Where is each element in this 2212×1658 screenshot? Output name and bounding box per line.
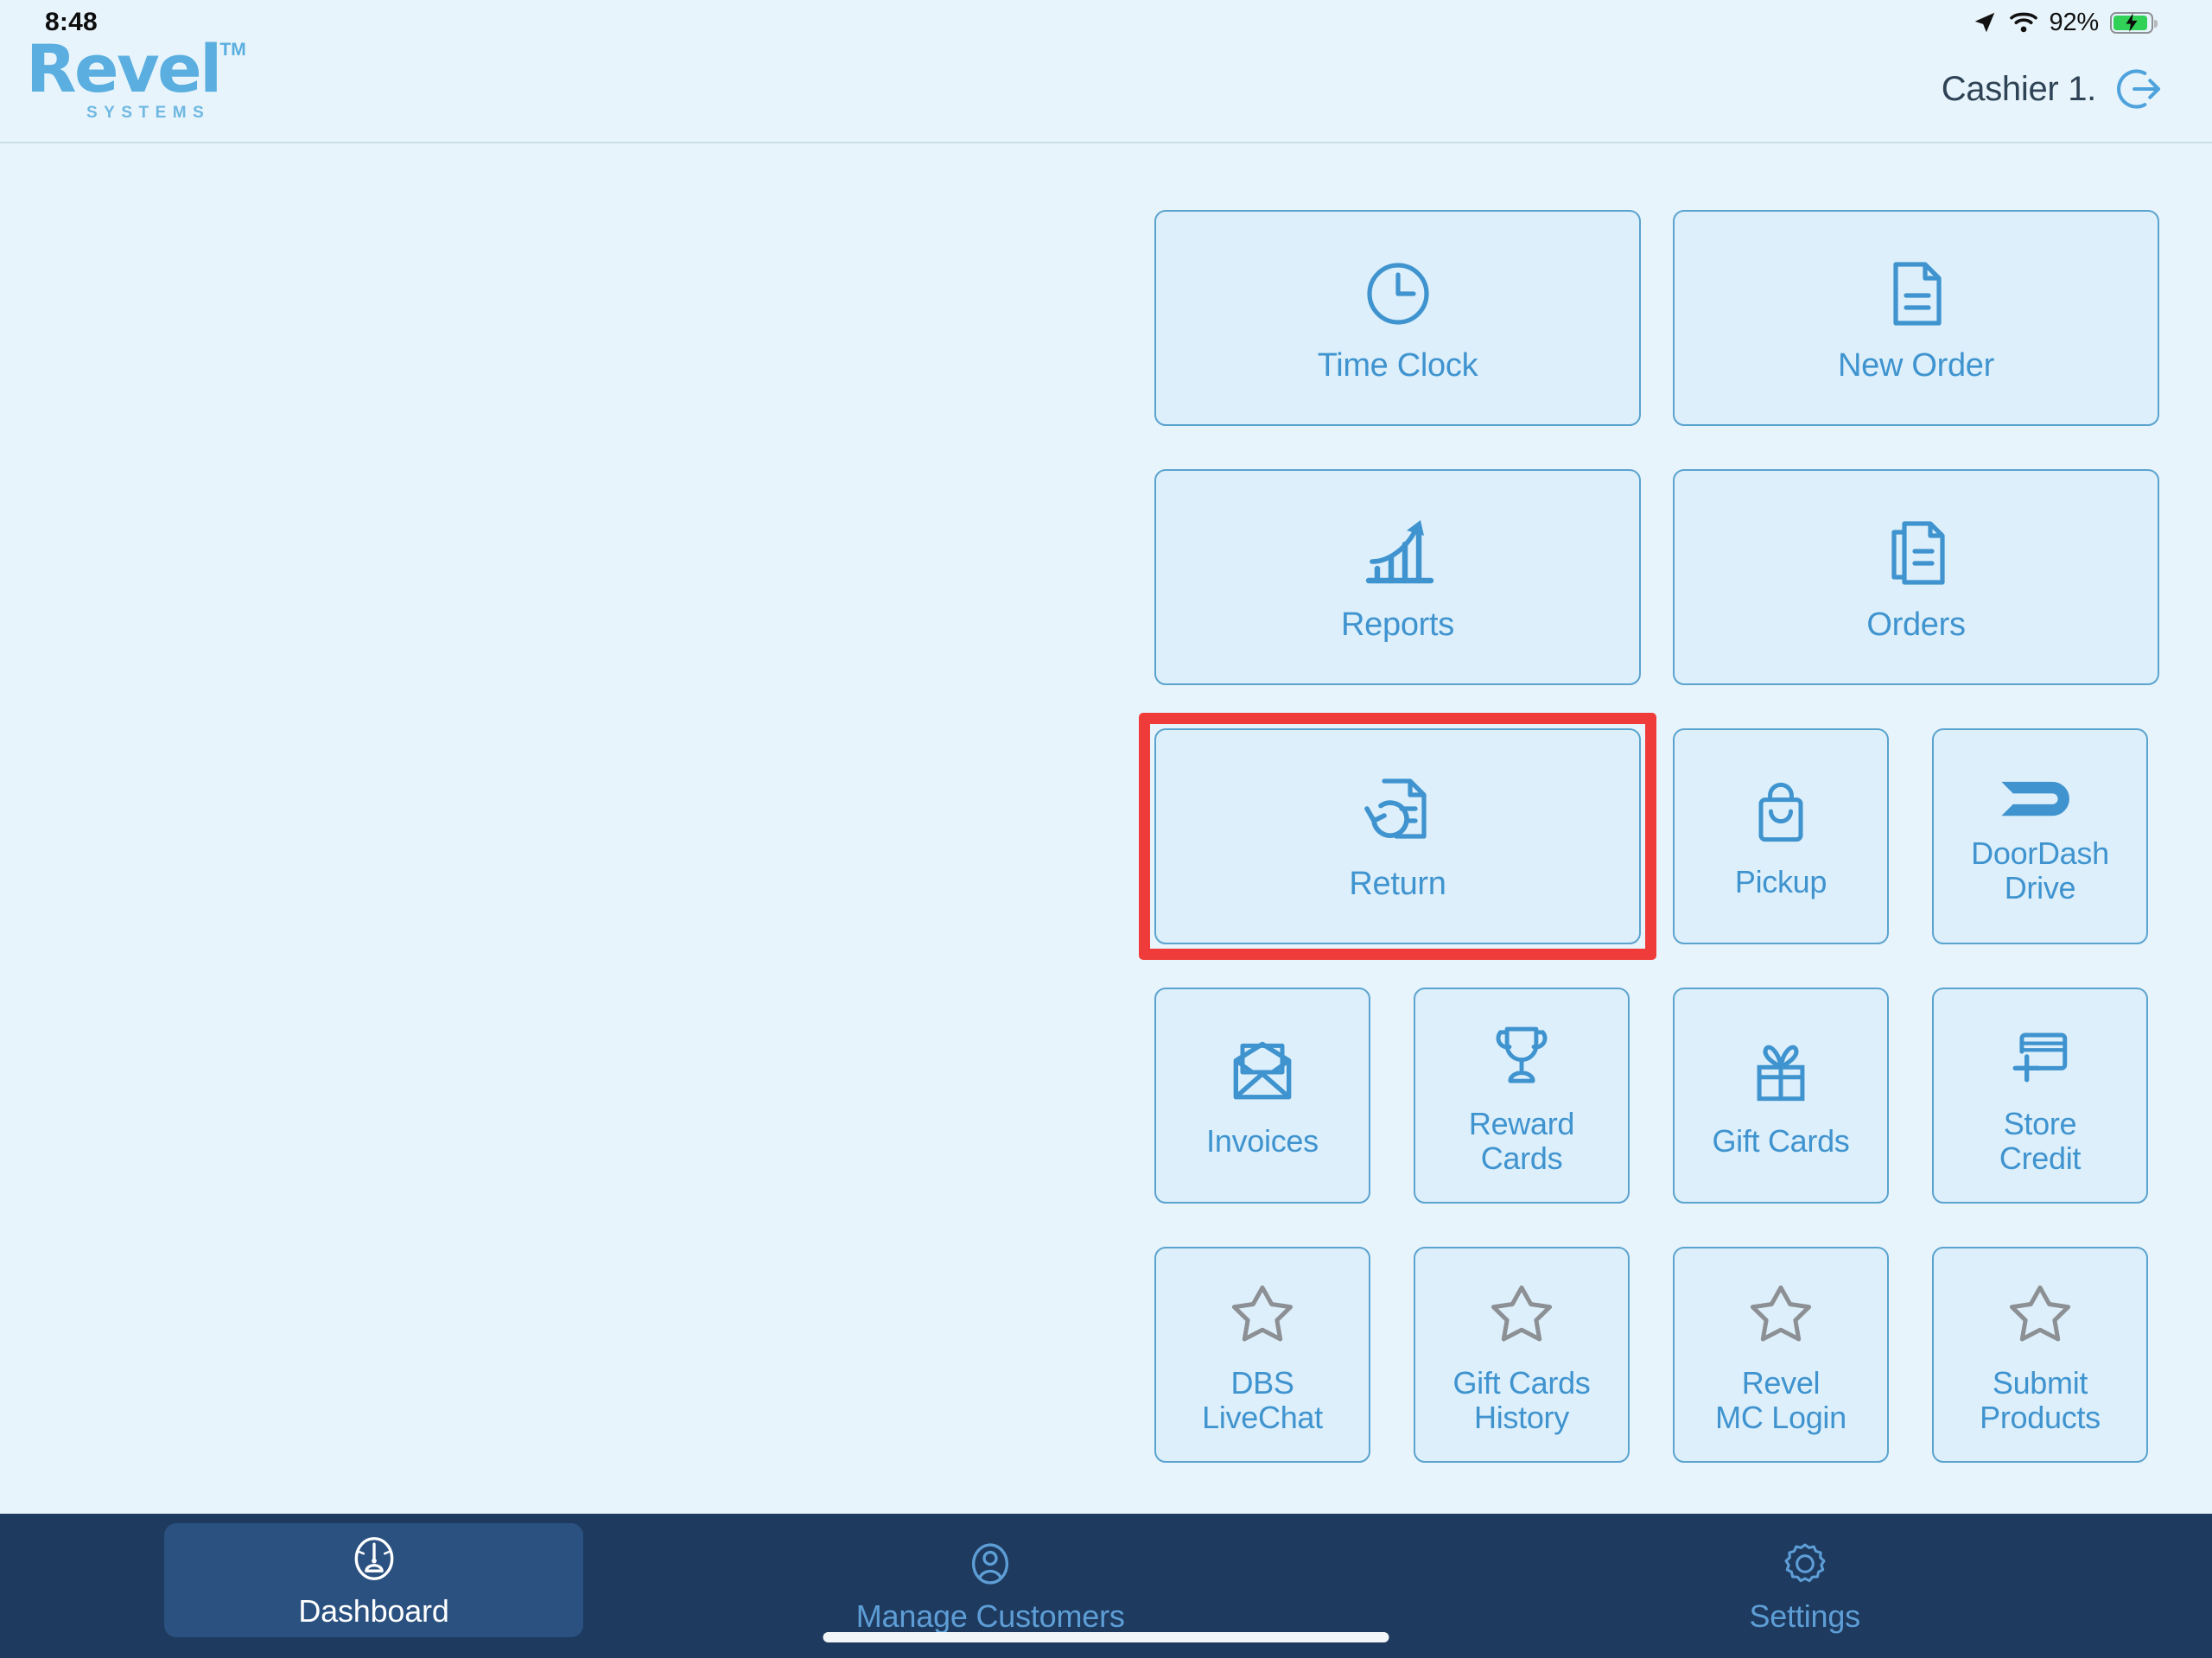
nav-label-manage-customers: Manage Customers [855,1598,1125,1634]
cashier-logout-control[interactable]: Cashier 1. [1942,64,2164,126]
tile-label-orders: Orders [1866,606,1966,643]
tile-return[interactable]: Return [1154,728,1641,944]
logout-icon[interactable] [2113,64,2164,114]
tile-submit-products[interactable]: Submit Products [1932,1247,2148,1463]
pos-dashboard-screen: 8:48 92% Revel TM SYSTEMS Cashier 1. Tim… [0,0,2212,1658]
tile-label-gift-cards-history: Gift Cards History [1452,1364,1591,1435]
doordash-icon [1997,767,2083,824]
tile-label-gift-cards: Gift Cards [1712,1122,1850,1159]
nav-item-dashboard[interactable]: Dashboard [164,1523,583,1637]
bottom-navigation-bar: Dashboard Manage Customers Settings [0,1514,2212,1658]
tile-reward-cards[interactable]: Reward Cards [1414,988,1630,1204]
star-icon [1482,1274,1561,1354]
ios-status-bar: 8:48 92% [0,0,2212,45]
tile-label-pickup: Pickup [1734,863,1827,899]
star-icon [2000,1274,2080,1354]
tile-label-doordash-drive: DoorDash Drive [1971,835,2109,905]
tile-pickup[interactable]: Pickup [1673,728,1889,944]
tile-reports[interactable]: Reports [1154,469,1641,685]
tile-gift-cards[interactable]: Gift Cards [1673,988,1889,1204]
location-arrow-icon [1974,12,1994,33]
gauge-icon [354,1536,393,1580]
battery-charging-icon [2110,11,2158,34]
clock-icon [1357,252,1440,335]
tile-label-reports: Reports [1341,606,1454,643]
person-icon [972,1543,1009,1585]
tile-orders[interactable]: Orders [1673,469,2159,685]
tile-label-store-credit: Store Credit [1999,1105,2082,1176]
tile-label-dbs-livechat: DBS LiveChat [1202,1364,1323,1435]
tile-dbs-livechat[interactable]: DBS LiveChat [1154,1247,1370,1463]
document-undo-icon [1355,771,1441,854]
star-icon [1223,1274,1302,1354]
dashboard-tile-grid: Time Clock New Order Reports Orders Retu… [0,143,2212,1514]
tile-label-time-clock: Time Clock [1317,346,1478,384]
tile-time-clock[interactable]: Time Clock [1154,210,1641,426]
logo-wordmark: Revel [26,30,222,107]
shopping-bag-icon [1741,773,1821,853]
revel-logo: Revel TM SYSTEMS [26,30,246,126]
home-indicator [823,1632,1389,1642]
tile-invoices[interactable]: Invoices [1154,988,1370,1204]
star-icon [1741,1274,1821,1354]
card-plus-icon [1999,1015,2082,1095]
wifi-icon [2009,12,2037,33]
tile-gift-cards-history[interactable]: Gift Cards History [1414,1247,1630,1463]
cashier-name-label: Cashier 1. [1941,69,2097,108]
status-time: 8:48 [45,8,98,36]
documents-stack-icon [1875,511,1958,594]
trophy-icon [1483,1015,1560,1095]
nav-label-dashboard: Dashboard [298,1592,449,1629]
tile-label-revel-mc-login: Revel MC Login [1715,1364,1847,1435]
tile-store-credit[interactable]: Store Credit [1932,988,2148,1204]
tile-label-submit-products: Submit Products [1980,1364,2101,1435]
document-lines-icon [1875,252,1958,335]
gift-icon [1741,1032,1821,1112]
battery-percent-label: 92% [2049,8,2100,36]
nav-label-settings: Settings [1749,1598,1861,1634]
tile-label-return: Return [1349,865,1446,902]
tile-label-reward-cards: Reward Cards [1468,1105,1575,1176]
envelope-open-icon [1223,1032,1302,1112]
tile-revel-mc-login[interactable]: Revel MC Login [1673,1247,1889,1463]
status-indicators: 92% [1972,9,2174,37]
nav-item-settings[interactable]: Settings [1398,1514,2212,1658]
gear-icon [1784,1543,1826,1583]
tile-label-invoices: Invoices [1206,1122,1319,1159]
bar-chart-arrow-icon [1355,511,1441,594]
tile-label-new-order: New Order [1837,346,1994,384]
tile-new-order[interactable]: New Order [1673,210,2159,426]
tile-doordash-drive[interactable]: DoorDash Drive [1932,728,2148,944]
